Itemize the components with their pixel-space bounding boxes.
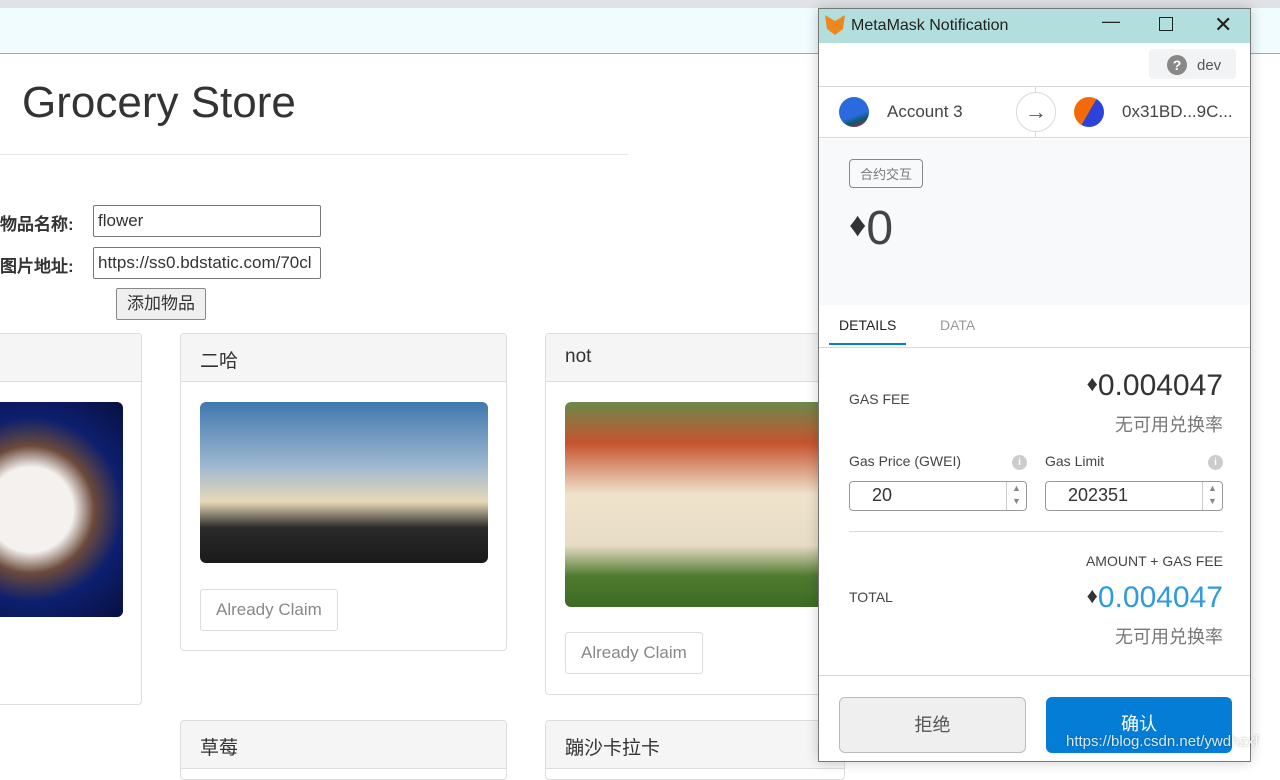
eth-icon: ♦ [1086, 371, 1098, 396]
info-icon[interactable]: i [1208, 455, 1223, 470]
husky-image [200, 402, 488, 563]
tx-summary: 合约交互 ♦0 [819, 139, 1250, 305]
card-title: 二哈 [181, 334, 506, 382]
divider [0, 154, 628, 155]
tx-amount: ♦0 [849, 201, 893, 256]
product-card: 草莓 [180, 720, 507, 780]
cat-image [0, 402, 123, 617]
metamask-fox-icon [825, 15, 845, 35]
divider [849, 531, 1223, 532]
eth-icon: ♦ [1086, 583, 1098, 608]
stepper-icon[interactable]: ▲ ▼ [1202, 482, 1222, 510]
reject-button[interactable]: 拒绝 [839, 697, 1026, 753]
metamask-window: MetaMask Notification — ✕ ? dev Account 3… [818, 8, 1251, 762]
url-input[interactable]: https://ss0.bdstatic.com/70cl [93, 247, 321, 279]
gas-limit-input[interactable]: 202351 ▲ ▼ [1045, 481, 1223, 511]
url-label: 图片地址: [0, 257, 74, 276]
gas-fee: ♦0.004047 [1087, 369, 1223, 403]
to-address[interactable]: 0x31BD...9C... [1122, 102, 1233, 122]
browser-top-strip [0, 0, 1280, 8]
maximize-icon[interactable] [1159, 17, 1173, 31]
tab-details[interactable]: DETAILS [829, 317, 907, 345]
already-claim-button[interactable]: Already Claim [565, 632, 703, 674]
stepper-icon[interactable]: ▲ ▼ [1006, 482, 1026, 510]
product-card: 二哈 Already Claim [180, 333, 507, 651]
network-selector[interactable]: ? dev [1149, 49, 1236, 79]
total-fiat: 无可用兑换率 [1115, 627, 1223, 647]
from-avatar [839, 97, 869, 127]
gas-fee-fiat: 无可用兑换率 [1115, 415, 1223, 435]
tabs: DETAILS DATA [819, 305, 1250, 348]
arrow-right-icon: → [1016, 92, 1056, 132]
gas-price-input[interactable]: 20 ▲ ▼ [849, 481, 1027, 511]
to-avatar [1074, 97, 1104, 127]
account-row: Account 3 → 0x31BD...9C... [819, 86, 1250, 138]
product-card [0, 333, 142, 705]
title-bar: MetaMask Notification — ✕ [819, 9, 1250, 43]
product-card: 蹦沙卡拉卡 [545, 720, 845, 780]
total: ♦0.004047 [1087, 581, 1223, 615]
window-title: MetaMask Notification [851, 17, 1009, 34]
amount-value: 0 [866, 202, 894, 255]
add-item-button[interactable]: 添加物品 [116, 288, 206, 320]
already-claim-button[interactable]: Already Claim [200, 589, 338, 631]
minimize-icon[interactable]: — [1102, 11, 1120, 32]
product-card: not Already Claim [545, 333, 845, 695]
card-title: not [546, 334, 844, 382]
gas-limit-label: Gas Limit [1045, 453, 1105, 469]
name-input[interactable]: flower [93, 205, 321, 237]
gas-limit-value: 202351 [1068, 485, 1129, 505]
watermark: https://blog.csdn.net/ywdhzxf [1066, 733, 1259, 750]
help-icon: ? [1167, 55, 1187, 75]
gas-fee-value: 0.004047 [1097, 369, 1223, 402]
close-icon[interactable]: ✕ [1214, 12, 1232, 38]
tab-data[interactable]: DATA [940, 317, 975, 333]
from-account[interactable]: Account 3 [887, 102, 963, 122]
gas-price-label: Gas Price (GWEI) [849, 453, 962, 469]
page-title: Grocery Store [22, 78, 296, 127]
gas-fee-label: GAS FEE [849, 391, 910, 407]
name-label: 物品名称: [0, 215, 74, 234]
gas-price-value: 20 [872, 485, 893, 505]
card-title [0, 334, 141, 382]
info-icon[interactable]: i [1012, 455, 1027, 470]
tx-type-badge: 合约交互 [849, 159, 924, 188]
total-value: 0.004047 [1097, 581, 1223, 614]
network-name: dev [1197, 57, 1222, 74]
amount-gas-label: AMOUNT + GAS FEE [1085, 553, 1223, 569]
total-label: TOTAL [849, 589, 893, 605]
eth-icon: ♦ [849, 206, 867, 244]
doghouse-image [565, 402, 825, 607]
